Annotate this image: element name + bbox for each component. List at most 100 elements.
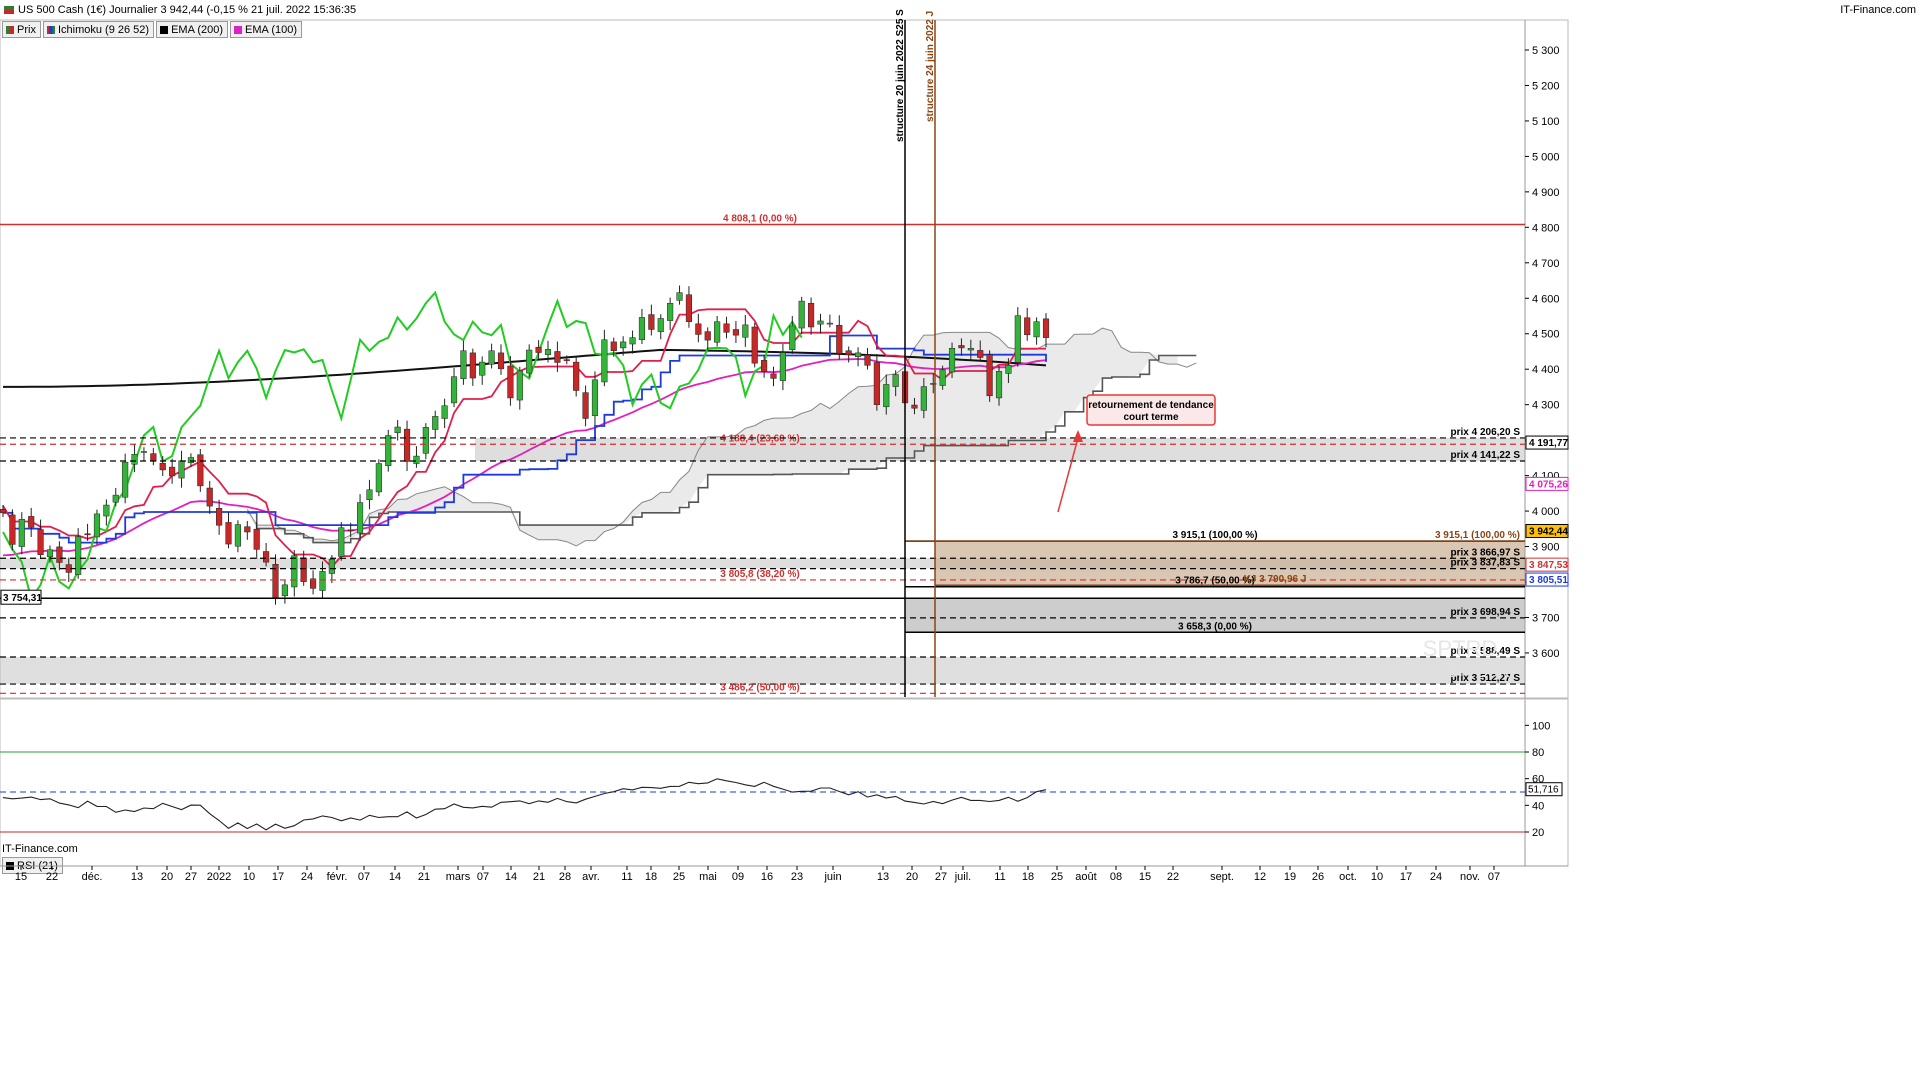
candle-body [122,461,129,498]
candle-body [37,529,44,555]
candle-body [112,494,119,503]
rsi-tick-label: 20 [1532,827,1544,839]
x-tick-label: 15 [15,871,27,883]
candle-body [723,323,730,333]
y-tick-label: 3 600 [1532,648,1560,660]
y-tick-label: 3 700 [1532,612,1560,624]
candle-body [751,326,758,364]
candle-body [911,404,918,409]
x-tick-label: avr. [582,871,600,883]
candle-body [225,522,232,545]
y-tick-label: 5 200 [1532,80,1560,92]
level-label: 3 915,1 (100,00 %) [1172,530,1257,541]
candle-body [732,329,739,336]
rsi-tick-label: 80 [1532,747,1544,759]
candle-body [281,584,288,597]
y-tick-label: 4 600 [1532,293,1560,305]
x-tick-label: 10 [1371,871,1383,883]
candle-body [920,386,927,411]
structure-label: structure 24 juin 2022 J [925,11,936,122]
candle-body [366,489,373,500]
candle-body [432,416,439,430]
candle-body [272,564,279,599]
candle-body [319,571,326,591]
y-tick-label: 4 500 [1532,329,1560,341]
x-tick-label: 14 [389,871,401,883]
candle-body [18,518,25,547]
candle-body [150,453,157,462]
price-tag-label: 4 191,77 [1529,438,1568,449]
candle-body [892,374,899,387]
level-label: prix 3 698,94 S [1451,607,1521,618]
x-tick-label: mai [699,871,717,883]
x-tick-label: 22 [46,871,58,883]
candle-body [169,466,176,477]
level-label: prix 4 206,20 S [1451,427,1521,438]
candle-body [958,345,965,349]
candle-body [197,454,204,487]
candle-body [638,317,646,341]
candle-body [695,323,702,335]
x-tick-label: 2022 [207,871,231,883]
candle-body [883,384,890,408]
x-tick-label: 28 [559,871,571,883]
candle-body [864,354,871,366]
candle-body [873,362,880,405]
y-tick-label: 4 700 [1532,258,1560,270]
y-tick-label: 4 400 [1532,364,1560,376]
time-axis: 15 22 déc. 13 20 27 2022 10 17 24 févr. 07 14 21 mars 0… [15,866,1500,883]
candle-body [347,529,354,532]
annotation-line1: retournement de tendance [1088,400,1214,411]
x-tick-label: 26 [1312,871,1324,883]
candle-body [986,354,993,397]
level-label: KJ 3 790,96 J [1244,574,1307,585]
candle-body [573,361,580,391]
candle-body [591,379,599,416]
candle-body [422,427,429,454]
candle-body [967,348,974,351]
candle-body [206,487,213,507]
candle-body [526,349,533,374]
candle-body [338,527,345,557]
candle-body [131,454,138,465]
y-tick-label: 5 300 [1532,45,1560,57]
level-label: 3 805,8 (38,20 %) [720,569,800,580]
candle-body [704,331,711,341]
candle-body [657,318,664,332]
candle-body [826,322,833,325]
x-tick-label: août [1075,871,1096,883]
candle-body [46,549,54,558]
candle-body [544,349,552,355]
x-tick-label: 25 [673,871,685,883]
candle-body [1033,321,1040,338]
candle-body [742,324,749,338]
y-tick-label: 3 900 [1532,542,1560,554]
level-label: 3 486,2 (50,00 %) [720,682,800,693]
candle-body [601,339,608,383]
candle-body [855,352,862,358]
x-tick-label: 21 [533,871,545,883]
candle-body [394,426,401,433]
candle-body [103,504,110,517]
x-tick-label: juil. [954,871,972,883]
y-tick-label: 5 000 [1532,151,1560,163]
candle-body [808,302,815,328]
x-tick-label: 11 [621,871,632,883]
x-tick-label: 19 [1284,871,1296,883]
candle-body [178,460,185,479]
x-tick-label: 08 [1110,871,1122,883]
candle-body [159,462,166,471]
candle-body [479,361,486,376]
candle-body [629,337,636,345]
rsi-tick-label: 100 [1532,720,1550,732]
x-tick-label: sept. [1210,871,1234,883]
candle-body [469,352,476,379]
level-label: 4 188,4 (23,60 %) [720,433,800,444]
candle-body [244,526,251,533]
price-chart[interactable]: 4 808,1 (0,00 %) 4 188,4 (23,60 %) prix 4 … [0,0,1920,1080]
candle-body [610,341,617,352]
level-label: 4 808,1 (0,00 %) [723,213,797,224]
x-tick-label: 17 [272,871,284,883]
candle-body [939,369,946,386]
rsi-tick-label: 40 [1532,800,1544,812]
